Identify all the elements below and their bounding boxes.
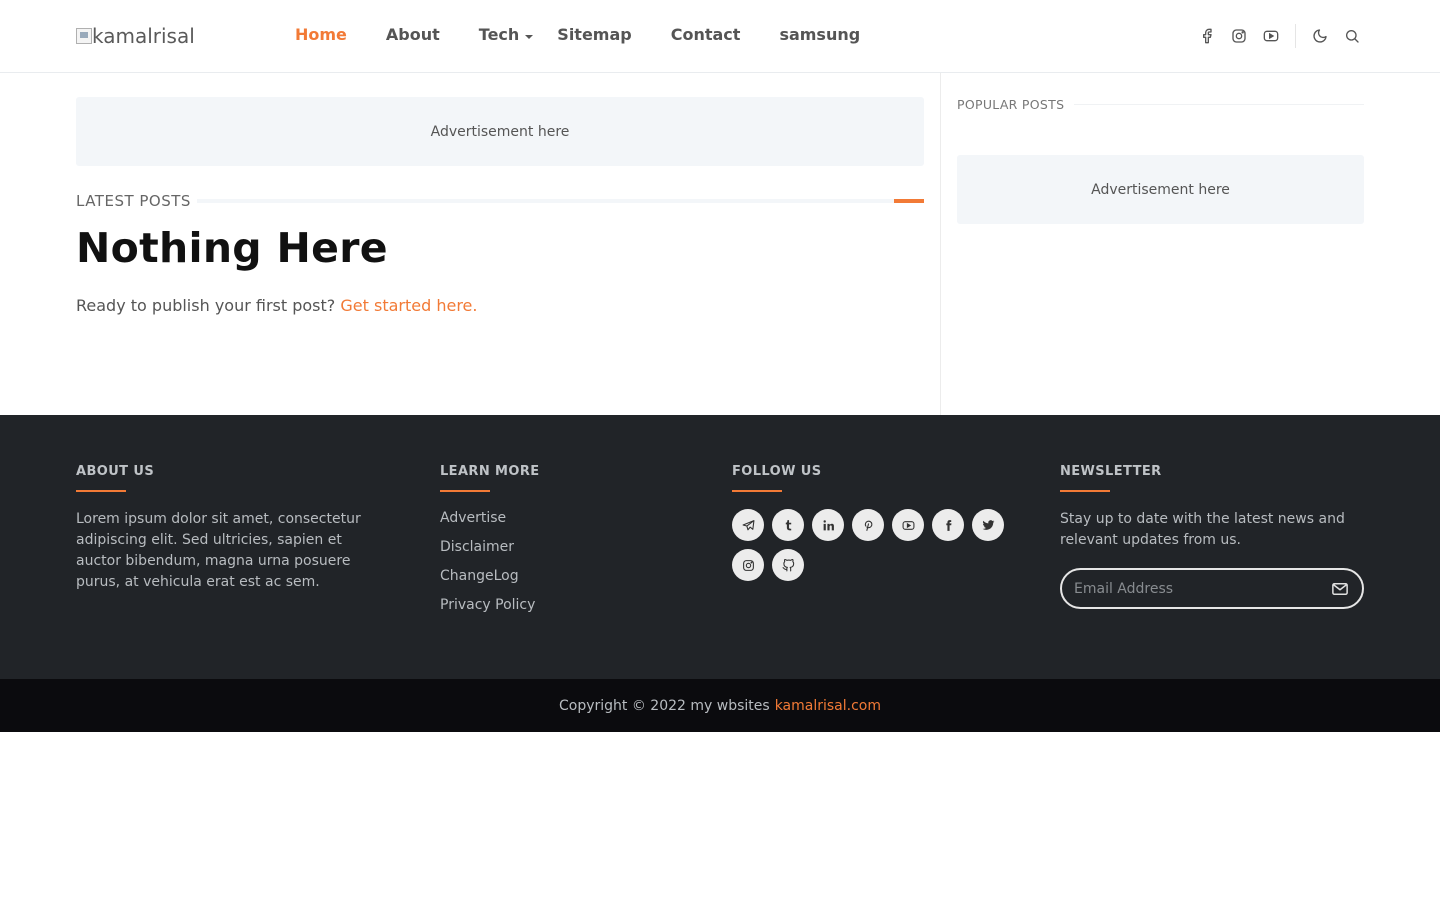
header-icons [1187,24,1364,48]
footer-newsletter-title: NEWSLETTER [1060,464,1162,479]
sidebar-divider [1074,104,1364,105]
title-underline [440,490,490,492]
footer-link-disclaimer[interactable]: Disclaimer [440,538,540,557]
site-footer: ABOUT US Lorem ipsum dolor sit amet, con… [0,415,1440,679]
newsletter-text: Stay up to date with the latest news and… [1060,511,1345,548]
youtube-icon[interactable] [1259,24,1283,48]
footer-newsletter: NEWSLETTER Stay up to date with the late… [1060,464,1364,609]
footer-learn-more: LEARN MORE Advertise Disclaimer ChangeLo… [440,464,540,625]
twitter-icon[interactable] [972,509,1004,541]
content-column: Advertisement here LATEST POSTS Nothing … [0,73,941,415]
broken-image-icon [76,28,92,44]
nav-samsung[interactable]: samsung [779,25,860,44]
github-icon[interactable] [772,549,804,581]
header-divider [1295,24,1296,48]
search-icon[interactable] [1340,24,1364,48]
footer-about-title: ABOUT US [76,464,155,479]
nav-tech-label: Tech [478,25,520,44]
footer-about: ABOUT US Lorem ipsum dolor sit amet, con… [76,464,376,593]
section-accent [894,199,924,203]
sidebar-advertisement: Advertisement here [957,155,1364,224]
telegram-icon[interactable] [732,509,764,541]
footer-link-changelog[interactable]: ChangeLog [440,567,540,586]
nav-tech[interactable]: Tech [479,25,534,44]
section-title: LATEST POSTS [76,192,191,210]
title-underline [732,490,782,492]
instagram-icon[interactable] [1227,24,1251,48]
facebook-icon[interactable] [932,509,964,541]
copyright-link[interactable]: kamalrisal.com [775,698,881,714]
pinterest-icon[interactable] [852,509,884,541]
site-header: kamalrisal Home About Tech Sitemap Conta… [0,0,1440,73]
chevron-down-icon [525,34,534,39]
site-logo[interactable]: kamalrisal [76,24,195,48]
main-area: Advertisement here LATEST POSTS Nothing … [0,73,1440,415]
popular-posts-header: POPULAR POSTS [957,97,1364,112]
title-underline [76,490,126,492]
footer-learn-title: LEARN MORE [440,464,540,479]
footer-link-advertise[interactable]: Advertise [440,509,540,528]
footer-links: Advertise Disclaimer ChangeLog Privacy P… [440,509,540,615]
publish-prompt: Ready to publish your first post? Get st… [76,296,924,315]
nav-sitemap[interactable]: Sitemap [557,25,631,44]
newsletter-form [1060,568,1364,609]
copyright-bar: Copyright © 2022 my wbsites kamalrisal.c… [0,679,1440,732]
tumblr-icon[interactable] [772,509,804,541]
main-nav: Home About Tech Sitemap Contact samsung [295,25,899,44]
nav-about[interactable]: About [386,25,440,44]
facebook-icon[interactable] [1195,24,1219,48]
publish-text: Ready to publish your first post? [76,296,336,315]
copyright-text: Copyright © 2022 my wbsites [559,697,770,714]
linkedin-icon[interactable] [812,509,844,541]
title-underline [1060,490,1110,492]
section-divider [196,199,924,203]
empty-state-heading: Nothing Here [76,224,388,272]
advertisement-banner: Advertisement here [76,97,924,166]
moon-icon[interactable] [1308,24,1332,48]
nav-home[interactable]: Home [295,25,347,44]
sidebar-title: POPULAR POSTS [957,97,1065,112]
email-field[interactable] [1074,580,1330,597]
nav-contact[interactable]: Contact [671,25,741,44]
mail-icon[interactable] [1330,579,1350,599]
logo-alt-text: kamalrisal [92,24,195,48]
footer-follow: FOLLOW US [732,464,1022,589]
social-icons [732,509,1022,589]
footer-follow-title: FOLLOW US [732,464,822,479]
instagram-icon[interactable] [732,549,764,581]
youtube-icon[interactable] [892,509,924,541]
latest-posts-header: LATEST POSTS [76,192,924,210]
footer-link-privacy[interactable]: Privacy Policy [440,596,540,615]
get-started-link[interactable]: Get started here. [340,296,477,315]
sidebar: POPULAR POSTS Advertisement here [941,73,1440,415]
footer-about-text: Lorem ipsum dolor sit amet, consectetur … [76,511,361,590]
